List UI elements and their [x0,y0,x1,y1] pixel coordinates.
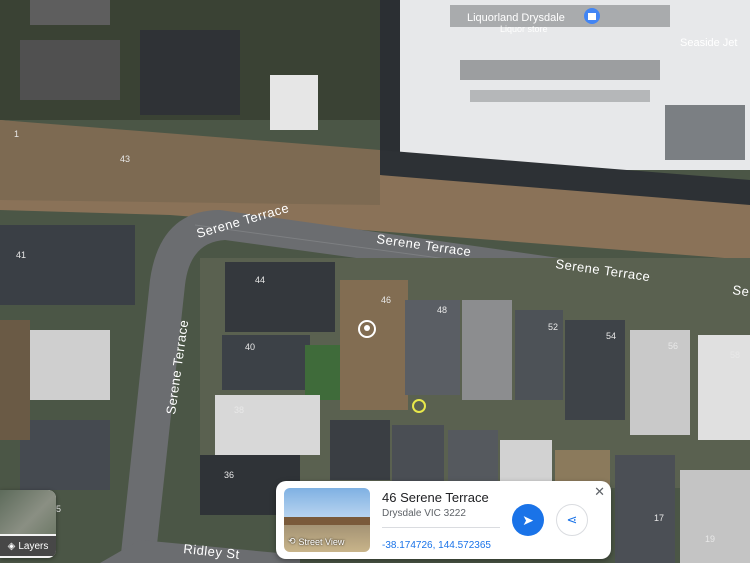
directions-icon[interactable]: ➤ [512,504,544,536]
share-icon[interactable]: ⋖ [556,504,588,536]
layers-button[interactable]: ◈ Layers [0,490,56,558]
lot-number: 5 [56,504,61,514]
shopping-bag-icon[interactable] [584,8,600,24]
photo-fence [284,517,370,525]
lot-number: 52 [548,322,558,332]
place-locality: Drysdale VIC 3222 [382,508,466,519]
lot-number: 44 [255,275,265,285]
lot-number: 54 [606,331,616,341]
lot-number: 38 [234,405,244,415]
card-divider [382,527,500,528]
lot-46 [340,280,408,410]
lot-number: 46 [381,295,391,305]
place-card[interactable]: ⟲ Street View 46 Serene Terrace Drysdale… [276,481,611,559]
lot-number: 48 [437,305,447,315]
place-coordinates[interactable]: -38.174726, 144.572365 [382,540,491,551]
lot-number: 41 [16,250,26,260]
road-label-serene-edge: Se [732,282,750,299]
layers-thumbnail [0,490,56,534]
lot-number: 19 [705,534,715,544]
place-title: 46 Serene Terrace [382,490,489,505]
lot-number: 58 [730,350,740,360]
lot-number: 1 [14,129,19,139]
lot-number: 17 [654,513,664,523]
street-view-label: Street View [298,536,345,547]
poi-partial-label: Seaside Jet [680,37,737,49]
satellite-map[interactable]: Liquorland Drysdale Liquor store Seaside… [0,0,750,563]
house-44 [225,262,335,332]
street-view-icon: ⟲ [288,536,296,546]
lot-number: 40 [245,342,255,352]
layers-label: Layers [18,540,49,552]
layers-label-row: ◈ Layers [0,536,56,556]
street-view-thumbnail[interactable]: ⟲ Street View [284,488,370,552]
close-icon[interactable]: ✕ [594,484,605,500]
lot-number: 36 [224,470,234,480]
lot-number: 43 [120,154,130,164]
poi-category: Liquor store [500,24,548,34]
street-view-badge: ⟲ Street View [288,536,344,547]
layers-icon: ◈ [7,540,16,552]
poi-name[interactable]: Liquorland Drysdale [467,12,565,24]
lot-number: 56 [668,341,678,351]
